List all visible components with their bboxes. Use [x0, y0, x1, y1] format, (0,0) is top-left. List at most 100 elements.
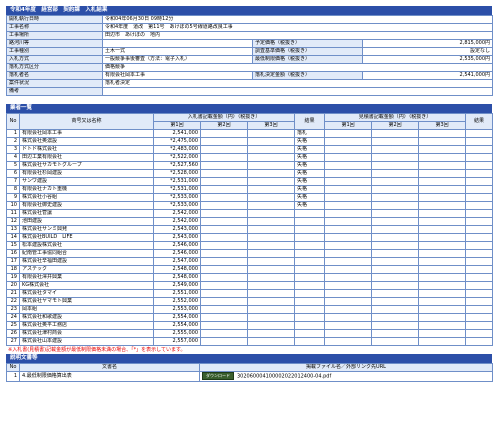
price-round3 [418, 241, 467, 250]
bid-round3 [246, 201, 296, 210]
bid-round3 [246, 281, 296, 290]
bid-round2 [200, 297, 248, 306]
price-round3 [418, 185, 467, 194]
price-result [465, 145, 494, 154]
attachment-file-name[interactable]: 3020600041000020220124​00-04.pdf [237, 374, 331, 380]
price-round3 [418, 217, 467, 226]
price-result [465, 193, 494, 202]
price-round1 [324, 297, 373, 306]
table-row: 23 岡本組 2,553,000 [6, 305, 494, 314]
bid-round3 [246, 233, 296, 242]
info-row: 備考 [6, 87, 493, 96]
col-result2-header: 結果 [465, 113, 494, 130]
price-result [465, 241, 494, 250]
bid-round1: 2,554,000 [153, 313, 201, 322]
price-round1 [324, 305, 373, 314]
price-round1 [324, 233, 373, 242]
price-round2 [371, 177, 420, 186]
price-result [465, 305, 494, 314]
bid-round1: *2,475,000 [153, 137, 201, 146]
bid-round1: 2,546,000 [153, 241, 201, 250]
bid-round3 [246, 241, 296, 250]
bid-round1: *2,531,000 [153, 185, 201, 194]
bid-round3 [246, 329, 296, 338]
bidder-no: 3 [6, 145, 20, 154]
price-round2 [371, 201, 420, 210]
info-label-secondary: 予定価格（税抜き） [252, 39, 363, 48]
bid-round2 [200, 233, 248, 242]
price-round2 [371, 297, 420, 306]
bidder-no: 7 [6, 177, 20, 186]
bidder-no: 17 [6, 257, 20, 266]
bidder-name: 田辺工業有限会社 [19, 153, 154, 162]
bid-result [294, 233, 326, 242]
download-button[interactable]: ダウンロード [202, 372, 234, 380]
col-price-group-header: 見積書記載金額（円）（税抜き） [324, 113, 467, 122]
price-round2 [371, 273, 420, 282]
price-round2 [371, 161, 420, 170]
bid-round2 [200, 337, 248, 346]
table-row: 24 株式会社和歌建設 2,554,000 [6, 313, 494, 322]
price-round1 [324, 201, 373, 210]
table-row: 12 池田建設 2,542,000 [6, 217, 494, 226]
page: 令和4年度 経営部 契約課 入札結果 開札執行日時 令和04年06月30日 09時… [6, 6, 494, 382]
bidder-name: サンワ建設 [19, 177, 154, 186]
bidder-no: 14 [6, 233, 20, 242]
bid-round1: 2,546,000 [153, 249, 201, 258]
bidder-name: 株式会社和歌建設 [19, 313, 154, 322]
table-row: 3 ドトド株式会社 *2,483,000 失格 [6, 145, 494, 154]
bid-round2 [200, 273, 248, 282]
bid-round1: 2,542,000 [153, 209, 201, 218]
bid-round1: 2,543,000 [153, 233, 201, 242]
bid-result [294, 273, 326, 282]
price-round1 [324, 257, 373, 266]
bidder-no: 24 [6, 313, 20, 322]
price-round3 [418, 289, 467, 298]
bid-round2 [200, 209, 248, 218]
bidder-name: ドトド株式会社 [19, 145, 154, 154]
bid-round3 [246, 169, 296, 178]
price-round3 [418, 249, 467, 258]
bid-round1: 2,542,000 [153, 217, 201, 226]
bid-result: 失格 [294, 193, 326, 202]
price-round1 [324, 249, 373, 258]
price-round1 [324, 177, 373, 186]
info-label: 路河川等 [6, 39, 103, 48]
price-round3 [418, 161, 467, 170]
price-round1 [324, 129, 373, 138]
table-row: 15 松本建設株式会社 2,546,000 [6, 241, 494, 250]
info-label-secondary: 調査基準価格（税抜き） [252, 47, 363, 56]
info-value: 令和04年06月30日 09時12分 [102, 15, 493, 24]
bid-round1: *2,527,560 [153, 161, 201, 170]
bidders-section-title: 業者一覧 [6, 104, 492, 113]
price-round1 [324, 329, 373, 338]
bid-result [294, 289, 326, 298]
table-row: 19 有限会社澤井興業 2,548,000 [6, 273, 494, 282]
bidder-name: 株式会社辛福田建設 [19, 257, 154, 266]
bid-round3 [246, 249, 296, 258]
table-row: 7 サンワ建設 *2,531,000 失格 [6, 177, 494, 186]
bidder-no: 23 [6, 305, 20, 314]
price-round3 [418, 321, 467, 330]
price-result [465, 209, 494, 218]
bid-round3 [246, 225, 296, 234]
info-value-secondary: 2,541,000円 [362, 71, 493, 80]
bid-result [294, 281, 326, 290]
info-value: 価格競争 [102, 63, 493, 72]
bidder-name: 有限会社澤井興業 [19, 273, 154, 282]
bid-round1: 2,554,000 [153, 321, 201, 330]
price-round2 [371, 249, 420, 258]
price-round1 [324, 321, 373, 330]
table-row: 2 株式会社奥濃設 *2,475,000 失格 [6, 137, 494, 146]
bid-result: 失格 [294, 137, 326, 146]
bid-round3 [246, 153, 296, 162]
info-row: 路河川等 予定価格（税抜き） 2,815,000円 [6, 39, 493, 48]
table-row: 1 有限会社岡本工事 2,541,000 落札 [6, 129, 494, 138]
bid-round2 [200, 313, 248, 322]
col-bid-group-header: 入札書記載金額（円）（税抜き） [152, 113, 296, 122]
info-value: 落札者決定 [102, 79, 493, 88]
page-title: 令和4年度 経営部 契約課 入札結果 [6, 6, 492, 15]
bidder-no: 27 [6, 337, 20, 346]
table-row: 16 紀南管工事協同組合 2,546,000 [6, 249, 494, 258]
bid-result: 失格 [294, 153, 326, 162]
